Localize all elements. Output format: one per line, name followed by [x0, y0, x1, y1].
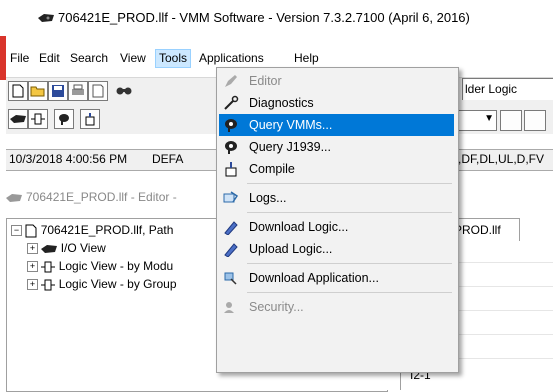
file-icon — [25, 224, 37, 238]
menu-item-logs[interactable]: Logs... — [219, 187, 454, 209]
expand-icon[interactable]: + — [27, 261, 38, 273]
menu-item-query-vmms[interactable]: Query VMMs... — [219, 114, 454, 136]
logic-view-icon — [41, 279, 56, 291]
editor-title-text: 706421E_PROD.llf - Editor - — [26, 190, 177, 204]
menu-separator — [247, 263, 452, 264]
tree-item-label: Logic View - by Group — [58, 277, 177, 291]
menu-tools[interactable]: Tools — [155, 49, 192, 68]
new-file-icon[interactable] — [8, 81, 28, 101]
vmm-app-icon — [38, 12, 54, 27]
chevron-down-icon: ▼ — [484, 113, 494, 124]
editor-icon — [223, 73, 239, 89]
compile-icon — [223, 161, 239, 177]
menu-search[interactable]: Search — [70, 50, 108, 67]
menu-item-diagnostics[interactable]: Diagnostics — [219, 92, 454, 114]
file-tab[interactable]: PROD.llf — [450, 218, 520, 241]
window-title: 706421E_PROD.llf - VMM Software - Versio… — [58, 10, 470, 25]
menu-bar: File Edit Search View Tools Applications… — [6, 47, 553, 69]
tree-item-label: Logic View - by Modu — [58, 259, 174, 273]
tree-item-label: I/O View — [60, 241, 106, 255]
vmm-app-icon — [6, 193, 22, 202]
download-logic-icon — [223, 219, 239, 236]
menu-item-editor[interactable]: Editor — [219, 70, 454, 92]
query-j1939-icon — [223, 139, 239, 155]
menu-view[interactable]: View — [120, 50, 146, 67]
io-view-icon[interactable] — [8, 109, 28, 129]
find-icon[interactable] — [114, 81, 134, 101]
print-icon[interactable] — [68, 81, 88, 101]
tree-item-io-view[interactable]: + I/O View — [27, 241, 106, 255]
collapse-icon[interactable]: − — [11, 225, 22, 237]
menu-help[interactable]: Help — [294, 50, 319, 67]
tree-item-logic-group[interactable]: + Logic View - by Group — [27, 277, 177, 291]
status-datetime: 10/3/2018 4:00:56 PM — [9, 152, 128, 166]
menu-item-upload-logic[interactable]: Upload Logic... — [219, 238, 454, 260]
wrench-icon — [223, 95, 239, 111]
upload-logic-icon — [223, 241, 239, 258]
tree-root-label: 706421E_PROD.llf, Path — [40, 223, 174, 237]
menu-separator — [247, 212, 452, 213]
toolbar-extra-button-1[interactable] — [500, 110, 522, 131]
menu-file[interactable]: File — [10, 50, 29, 67]
save-icon[interactable] — [48, 81, 68, 101]
logic-view-icon[interactable] — [28, 109, 48, 129]
tools-menu: Editor Diagnostics Query VMMs... Query J… — [216, 67, 459, 373]
logic-view-icon — [41, 261, 56, 273]
status-field-default: DEFA — [152, 152, 184, 166]
io-view-icon — [41, 244, 58, 253]
expand-icon[interactable]: + — [27, 243, 38, 255]
view-dropdown[interactable]: ▼ — [455, 110, 497, 131]
expand-icon[interactable]: + — [27, 279, 38, 291]
download-app-icon — [223, 270, 239, 286]
print-preview-icon[interactable] — [88, 81, 108, 101]
ladder-logic-tab[interactable]: lder Logic — [462, 78, 553, 100]
query-icon[interactable] — [54, 109, 74, 129]
menu-separator — [247, 183, 452, 184]
tree-item-logic-module[interactable]: + Logic View - by Modu — [27, 259, 173, 273]
menu-item-query-j1939[interactable]: Query J1939... — [219, 136, 454, 158]
menu-applications[interactable]: Applications — [199, 50, 264, 67]
menu-item-security[interactable]: Security... — [219, 296, 454, 318]
logs-icon — [223, 190, 239, 206]
compile-toolbar-icon[interactable] — [80, 109, 100, 129]
tree-root[interactable]: − 706421E_PROD.llf, Path — [11, 223, 173, 238]
security-icon — [223, 299, 239, 315]
menu-item-download-application[interactable]: Download Application... — [219, 267, 454, 289]
menu-item-download-logic[interactable]: Download Logic... — [219, 216, 454, 238]
menu-separator — [247, 292, 452, 293]
toolbar-extra-button-2[interactable] — [524, 110, 546, 131]
status-flags: ,DF,DL,UL,D,FV — [458, 152, 545, 166]
menu-edit[interactable]: Edit — [39, 50, 60, 67]
query-vmm-icon — [223, 117, 239, 133]
open-folder-icon[interactable] — [28, 81, 48, 101]
menu-item-compile[interactable]: Compile — [219, 158, 454, 180]
